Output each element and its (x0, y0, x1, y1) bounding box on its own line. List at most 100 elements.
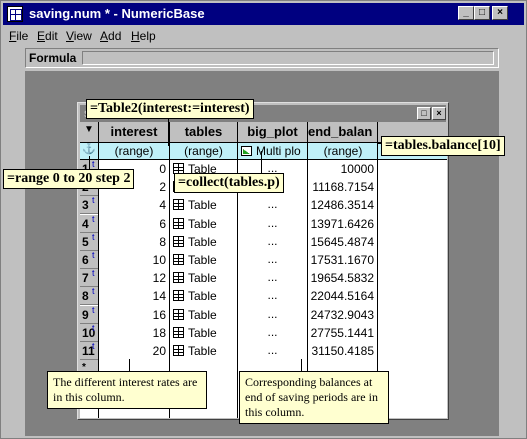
cell-big-plot[interactable]: ... (238, 343, 307, 357)
document-close-button[interactable]: × (432, 107, 446, 120)
row-number[interactable]: 7 (80, 271, 98, 285)
cell-end-balance[interactable]: 13971.6426 (308, 217, 374, 231)
cell-tables-label: Table (188, 217, 217, 231)
table-icon (173, 345, 184, 356)
subheader-big-plot[interactable]: Multi plo (238, 144, 307, 158)
cell-end-balance[interactable]: 24732.9043 (308, 308, 374, 322)
callout-range-formula: =range 0 to 20 step 2 (3, 169, 135, 189)
table-icon (173, 254, 184, 265)
cell-end-balance[interactable]: 10000 (308, 162, 374, 176)
row-number[interactable]: 9 (80, 308, 98, 322)
menu-add[interactable]: Add (100, 29, 121, 43)
grid-line (237, 122, 238, 418)
cell-tables[interactable]: Table (173, 289, 235, 303)
callout-balance-formula: =tables.balance[10] (381, 136, 505, 156)
formula-bar: Formula (25, 48, 499, 68)
title-bar[interactable]: saving.num * - NumericBase _ □ × (3, 3, 524, 25)
cell-end-balance[interactable]: 12486.3514 (308, 198, 374, 212)
cell-tables-label: Table (188, 326, 217, 340)
callout-connector (301, 359, 302, 371)
column-header-tables[interactable]: tables (170, 124, 237, 139)
cell-tables[interactable]: Table (173, 308, 235, 322)
row-marker: t (92, 159, 95, 169)
cell-tables-label: Table (188, 344, 217, 358)
cell-big-plot[interactable]: ... (238, 307, 307, 321)
maximize-button[interactable]: □ (474, 6, 490, 20)
row-marker: t (92, 232, 95, 242)
cell-interest[interactable]: 8 (99, 235, 166, 249)
table-icon (173, 218, 184, 229)
cell-end-balance[interactable]: 17531.1670 (308, 253, 374, 267)
row-marker: t (92, 341, 95, 351)
cell-interest[interactable]: 10 (99, 253, 166, 267)
cell-interest[interactable]: 4 (99, 198, 166, 212)
cell-big-plot[interactable]: ... (238, 252, 307, 266)
row-number[interactable]: 10 (80, 326, 98, 340)
subheader-interest[interactable]: (range) (99, 144, 169, 158)
app-icon[interactable] (7, 6, 23, 22)
cell-tables[interactable]: Table (173, 217, 235, 231)
column-header-big-plot[interactable]: big_plot (238, 124, 307, 139)
column-header-end-balance[interactable]: end_balan (308, 124, 378, 139)
cell-end-balance[interactable]: 11168.7154 (308, 180, 374, 194)
row-divider (80, 304, 98, 305)
row-number[interactable]: 5 (80, 235, 98, 249)
cell-tables[interactable]: Table (173, 235, 235, 249)
cell-end-balance[interactable]: 27755.1441 (308, 326, 374, 340)
row-marker: t (92, 305, 95, 315)
row-marker: t (92, 214, 95, 224)
cell-big-plot[interactable]: ... (238, 325, 307, 339)
cell-big-plot[interactable]: ... (238, 216, 307, 230)
cell-tables[interactable]: Table (173, 198, 235, 212)
app-window: saving.num * - NumericBase _ □ × File Ed… (0, 0, 527, 439)
cell-big-plot[interactable]: ... (238, 234, 307, 248)
cell-big-plot[interactable]: ... (238, 288, 307, 302)
grid-line (80, 159, 447, 160)
menu-file[interactable]: File (9, 29, 28, 43)
cell-end-balance[interactable]: 19654.5832 (308, 271, 374, 285)
cell-end-balance[interactable]: 15645.4874 (308, 235, 374, 249)
menu-help[interactable]: Help (131, 29, 156, 43)
menu-view-key: V (66, 29, 74, 43)
cell-tables[interactable]: Table (173, 326, 235, 340)
cell-interest[interactable]: 6 (99, 217, 166, 231)
column-header-interest[interactable]: interest (99, 124, 169, 139)
cell-tables[interactable]: Table (173, 271, 235, 285)
subheader-end-balance[interactable]: (range) (308, 144, 378, 158)
document-maximize-button[interactable]: □ (417, 107, 431, 120)
cell-big-plot[interactable]: ... (238, 197, 307, 211)
table-icon (173, 309, 184, 320)
formula-label: Formula (29, 51, 77, 65)
cell-interest[interactable]: 14 (99, 289, 166, 303)
cell-interest[interactable]: 12 (99, 271, 166, 285)
table-icon (173, 236, 184, 247)
cell-interest[interactable]: 16 (99, 308, 166, 322)
menu-help-label: elp (139, 29, 156, 43)
subheader-big-plot-label: Multi plo (256, 144, 301, 158)
cell-tables-label: Table (188, 198, 217, 212)
formula-input[interactable] (82, 51, 494, 65)
cell-end-balance[interactable]: 22044.5164 (308, 289, 374, 303)
row-number[interactable]: 6 (80, 253, 98, 267)
subheader-tables[interactable]: (range) (170, 144, 237, 158)
row-number[interactable]: 4 (80, 217, 98, 231)
cell-tables-label: Table (188, 308, 217, 322)
menu-view[interactable]: View (66, 29, 92, 43)
menu-edit[interactable]: Edit (37, 29, 58, 43)
cell-interest[interactable]: 20 (99, 344, 166, 358)
cell-big-plot[interactable]: ... (238, 270, 307, 284)
row-number[interactable]: 11 (80, 344, 98, 358)
cell-end-balance[interactable]: 31150.4185 (308, 344, 374, 358)
cell-tables[interactable]: Table (173, 253, 235, 267)
row-number[interactable]: 8 (80, 289, 98, 303)
row-number[interactable]: 3 (80, 198, 98, 212)
table-icon (173, 272, 184, 283)
cell-tables[interactable]: Table (173, 344, 235, 358)
close-button[interactable]: × (492, 6, 508, 20)
menu-bar: File Edit View Add Help (3, 27, 524, 46)
cell-interest[interactable]: 18 (99, 326, 166, 340)
row-marker: t (92, 268, 95, 278)
minimize-button[interactable]: _ (458, 6, 474, 20)
callout-collect-formula: =collect(tables.p) (174, 173, 284, 193)
grid-corner-arrow[interactable]: ▼ (80, 124, 98, 135)
